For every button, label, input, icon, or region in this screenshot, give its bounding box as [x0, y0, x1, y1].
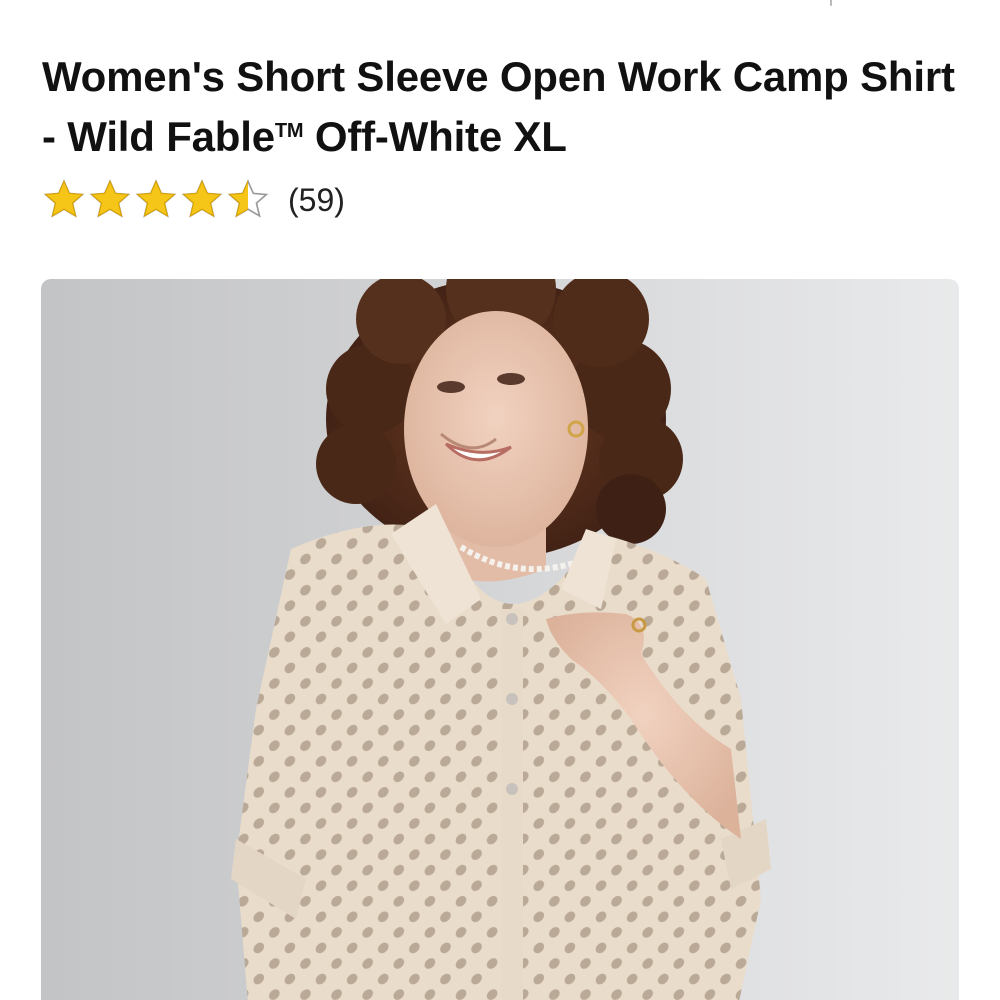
trademark-symbol: TM — [274, 120, 304, 142]
star-filled-icon — [43, 179, 85, 218]
product-title-variant: Off-White XL — [303, 113, 567, 160]
product-title: Women's Short Sleeve Open Work Camp Shir… — [42, 50, 962, 164]
product-image[interactable] — [41, 279, 959, 1000]
star-filled-icon — [181, 179, 223, 218]
star-rating — [42, 178, 270, 222]
star-filled-icon — [89, 179, 131, 218]
rating-summary[interactable]: (59) — [42, 178, 345, 222]
review-count[interactable]: (59) — [288, 178, 345, 222]
star-half-icon — [227, 179, 269, 218]
product-photo-illustration — [231, 279, 771, 1000]
top-scroll-edge — [0, 0, 1000, 20]
top-divider — [830, 0, 832, 6]
star-filled-icon — [135, 179, 177, 218]
product-page: Women's Short Sleeve Open Work Camp Shir… — [0, 0, 1000, 1000]
